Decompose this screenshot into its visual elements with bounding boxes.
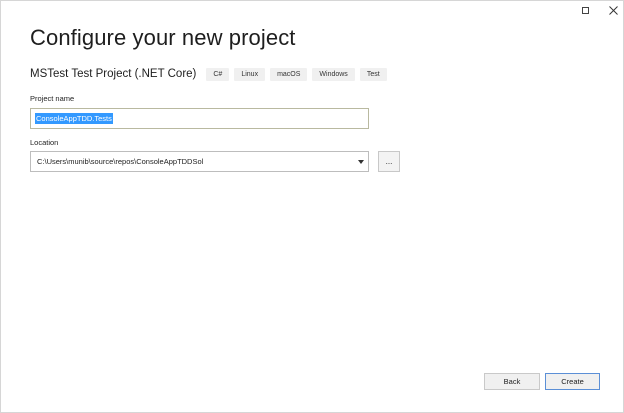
tag-linux: Linux bbox=[234, 67, 266, 81]
chevron-down-icon[interactable] bbox=[358, 159, 364, 164]
location-combobox[interactable]: C:\Users\munib\source\repos\ConsoleAppTD… bbox=[30, 151, 369, 172]
location-value: C:\Users\munib\source\repos\ConsoleAppTD… bbox=[37, 157, 204, 166]
configure-project-dialog: Configure your new project MSTest Test P… bbox=[0, 0, 624, 413]
tag-csharp: C# bbox=[206, 67, 230, 81]
project-name-label: Project name bbox=[30, 94, 75, 103]
create-button[interactable]: Create bbox=[545, 373, 600, 390]
template-name: MSTest Test Project (.NET Core) bbox=[30, 68, 197, 80]
project-name-value: ConsoleAppTDD.Tests bbox=[35, 113, 113, 124]
template-summary: MSTest Test Project (.NET Core) C# Linux… bbox=[30, 66, 392, 82]
template-tags: C# Linux macOS Windows Test bbox=[206, 67, 391, 81]
maximize-icon bbox=[581, 6, 589, 14]
tag-test: Test bbox=[359, 67, 387, 81]
tag-macos: macOS bbox=[270, 67, 308, 81]
page-title: Configure your new project bbox=[30, 25, 296, 50]
browse-button[interactable]: ... bbox=[378, 151, 400, 172]
back-button[interactable]: Back bbox=[484, 373, 540, 390]
tag-windows: Windows bbox=[312, 67, 355, 81]
close-button[interactable] bbox=[597, 1, 624, 19]
close-icon bbox=[608, 5, 618, 15]
location-label: Location bbox=[30, 138, 59, 147]
project-name-input[interactable]: ConsoleAppTDD.Tests bbox=[30, 108, 369, 129]
